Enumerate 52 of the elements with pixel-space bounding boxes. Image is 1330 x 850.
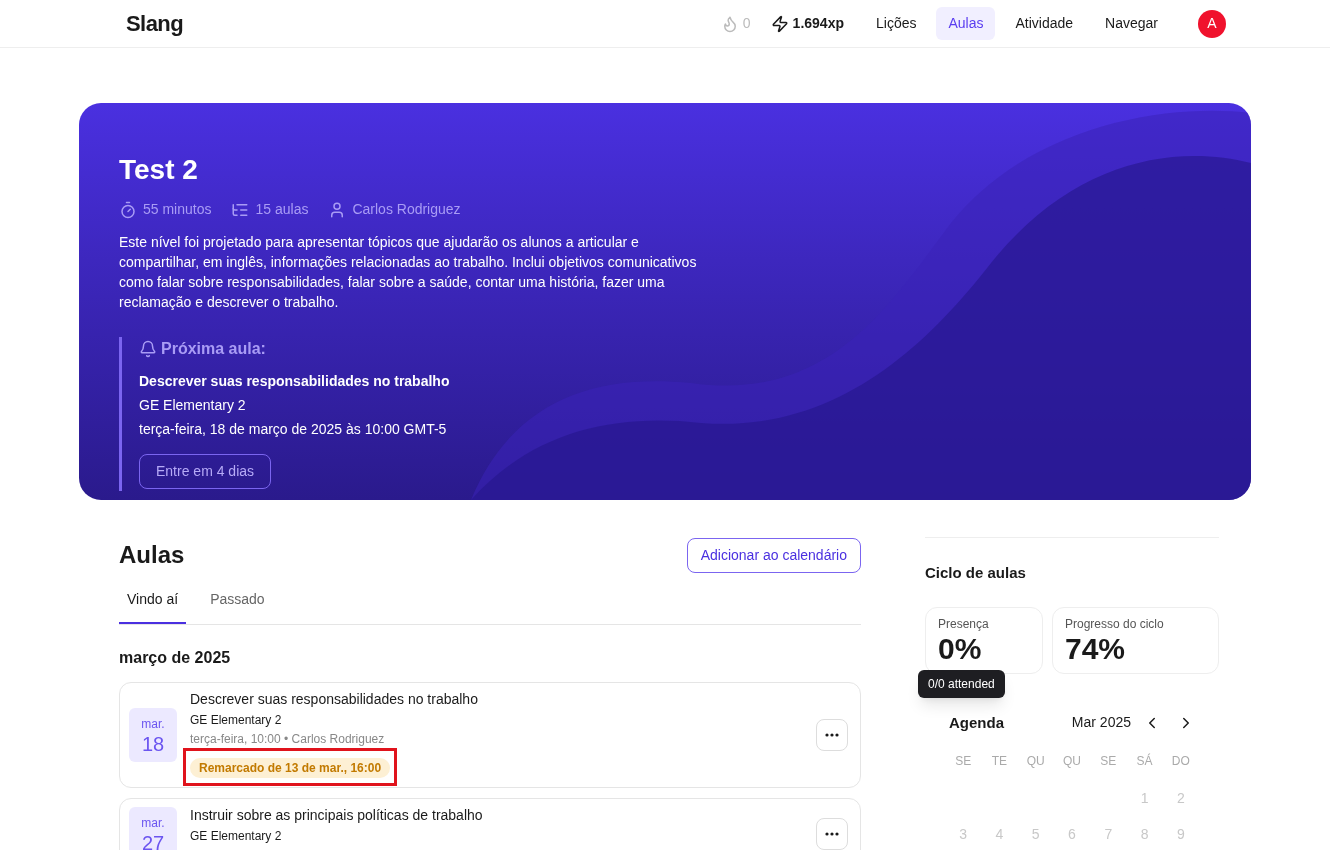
more-button[interactable] bbox=[816, 719, 848, 751]
more-icon bbox=[825, 832, 839, 836]
lesson-group: GE Elementary 2 bbox=[190, 829, 816, 843]
timer-icon bbox=[119, 200, 137, 219]
course-meta: 15 aulas bbox=[255, 200, 309, 219]
lightning-icon bbox=[770, 14, 789, 33]
nav-link[interactable]: Navegar bbox=[1093, 7, 1170, 40]
weekday-label: DO bbox=[1170, 753, 1191, 770]
weekday-label: SÁ bbox=[1135, 752, 1154, 770]
next-lesson-heading: Próxima aula: bbox=[161, 339, 266, 359]
bell-icon bbox=[139, 340, 157, 358]
section-title: Aulas bbox=[119, 540, 185, 570]
next-lesson-title: Descrever suas responsabilidades no trabalho bbox=[139, 372, 451, 391]
weekday-label: TE bbox=[990, 753, 1009, 770]
lesson-time: terça-feira, 10:00 • Carlos Rodriguez bbox=[190, 732, 386, 746]
more-button[interactable] bbox=[816, 818, 848, 850]
next-lesson-group: GE Elementary 2 bbox=[139, 395, 1211, 416]
agenda-title: Agenda bbox=[949, 712, 1004, 733]
weekday-label: SE bbox=[954, 753, 973, 770]
course-description: Este nível foi projetado para apresentar tópicos que ajudarão os alunos a articular e compartilhar, em inglês, informações relacionadas ao trabalho. Inclui objetivos comunicativos como falar sobre responsabilidades, falar sobre a saúde, contar uma história, fazer uma reclamação e descrever o trabalho. bbox=[119, 233, 698, 312]
date-tile: mar. 18 bbox=[129, 708, 177, 762]
xp-count: 1.694xp bbox=[792, 14, 844, 33]
lesson-title: Instruir sobre as principais políticas de trabalho bbox=[190, 807, 484, 824]
section-title: Ciclo de aulas bbox=[925, 563, 1027, 583]
add-calendar-button[interactable]: Adicionar ao calendário bbox=[686, 537, 861, 573]
lesson-card[interactable]: mar. 27 Instruir sobre as principais políticas de trabalho GE Elementary 2 bbox=[119, 798, 861, 850]
weekday-label: QU bbox=[1025, 753, 1046, 770]
month-heading: março de 2025 bbox=[119, 648, 232, 668]
weekday-label: SE bbox=[1099, 753, 1118, 770]
next-lesson-time: terça-feira, 18 de março de 2025 às 10:00 GMT-5 bbox=[139, 420, 448, 439]
join-button[interactable]: Entre em 4 dias bbox=[139, 454, 272, 489]
course-meta: 55 minutos bbox=[143, 200, 212, 219]
stat-card: Progresso do ciclo 74% bbox=[1052, 606, 1219, 674]
tab[interactable]: Passado bbox=[202, 589, 273, 624]
nav-link[interactable]: Lições bbox=[864, 7, 929, 40]
course-title: Test 2 bbox=[119, 153, 199, 187]
weekday-label: QU bbox=[1062, 753, 1082, 770]
nav-link[interactable]: Atividade bbox=[1003, 7, 1086, 40]
nav-link[interactable]: Aulas bbox=[936, 7, 996, 40]
more-icon bbox=[825, 733, 839, 737]
course-meta: Carlos Rodriguez bbox=[352, 200, 461, 219]
logo[interactable]: Slang bbox=[126, 7, 184, 40]
agenda-month: Mar 2025 bbox=[1071, 713, 1131, 733]
date-tile: mar. 27 bbox=[129, 807, 177, 850]
rescheduled-badge: Remarcado de 13 de mar., 16:00 bbox=[190, 758, 391, 778]
lesson-group: GE Elementary 2 bbox=[190, 713, 816, 727]
tooltip: 0/0 attended bbox=[918, 669, 1005, 698]
tab[interactable]: Vindo aí bbox=[119, 589, 187, 624]
avatar[interactable]: A bbox=[1198, 9, 1226, 38]
lesson-card[interactable]: mar. 18 Descrever suas responsabilidades no trabalho GE Elementary 2 terça-feira, 10:00 • Carlos Rodriguez Remarcado de 13 de mar., 16:00 bbox=[119, 682, 861, 788]
lesson-title: Descrever suas responsabilidades no trabalho bbox=[190, 691, 479, 708]
streak-count: 0 bbox=[742, 14, 751, 33]
